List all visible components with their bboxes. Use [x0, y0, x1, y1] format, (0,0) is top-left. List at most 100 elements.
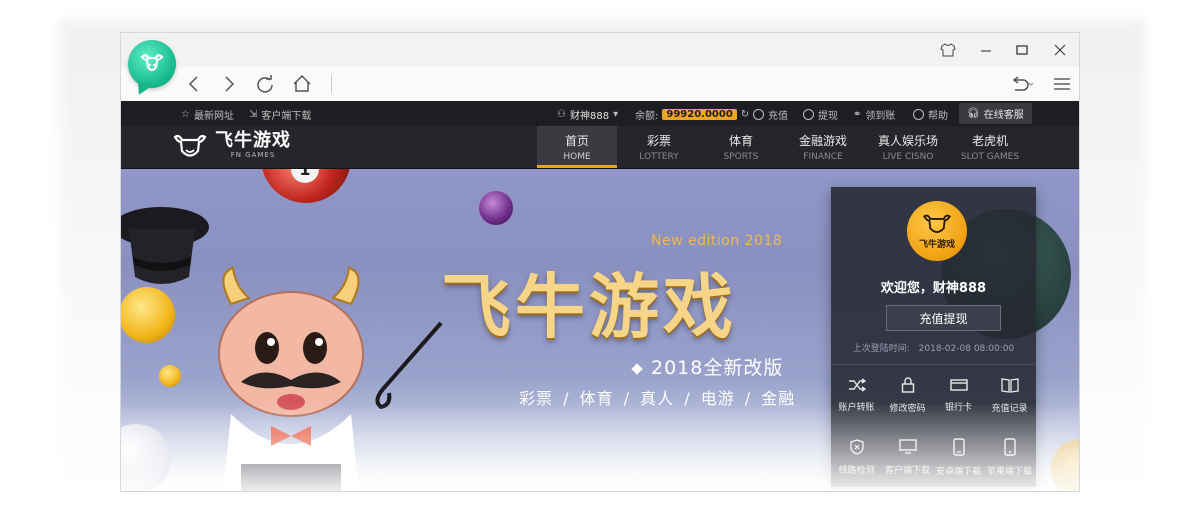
recharge-record-label: 充值记录 [991, 403, 1028, 414]
nav-slot-games-cn: 老虎机 [971, 134, 1008, 148]
small-coin-icon [159, 365, 181, 387]
nav-lottery[interactable]: 彩票 LOTTERY [619, 126, 699, 168]
nav-home[interactable]: 首页 HOME [537, 126, 617, 168]
yellow-ball-icon [1051, 439, 1079, 491]
account-transfer-button[interactable]: 账户转账 [831, 365, 882, 425]
star-icon: ☆ [181, 109, 190, 120]
minimize-icon[interactable] [975, 41, 997, 59]
link-icon: ⚭ [853, 109, 862, 120]
browser-logo-icon[interactable] [128, 40, 176, 88]
diamond-icon [631, 362, 643, 375]
logo-title: 飞牛游戏 [215, 130, 291, 151]
pc-download-label: 客户端下载 [884, 465, 930, 476]
maximize-icon[interactable] [1011, 41, 1033, 59]
bank-card-button[interactable]: 银行卡 [933, 365, 984, 425]
nav-finance-en: FINANCE [803, 152, 843, 162]
hero-banner[interactable]: 1 New edition 2018 飞牛游戏 2018全新改版 彩票 / 体育… [121, 169, 1079, 491]
last-login-value: 2018-02-08 08:00:00 [918, 344, 1015, 354]
purple-ball-icon [479, 191, 513, 225]
lock-icon [901, 376, 914, 393]
refresh-icon[interactable] [252, 72, 278, 96]
android-phone-icon [952, 437, 965, 456]
nav-slot-games-en: SLOT GAMES [960, 152, 1020, 162]
nav-sports-en: SPORTS [723, 152, 759, 162]
bull-logo-icon [173, 134, 207, 157]
edition-text: New edition 2018 [651, 233, 783, 249]
nav-finance[interactable]: 金融游戏 FINANCE [783, 126, 863, 168]
back-icon[interactable] [181, 72, 207, 96]
iphone-icon [1003, 437, 1016, 456]
home-icon[interactable] [289, 72, 315, 96]
welcome-text: 欢迎您，财神888 [880, 281, 987, 296]
refresh-balance-icon[interactable]: ↻ [741, 109, 749, 120]
customer-service-button[interactable]: 🎧︎ 在线客服 [959, 103, 1032, 124]
title-bar [121, 33, 1079, 67]
nav-live-casino-cn: 真人娱乐场 [877, 134, 938, 148]
panel-logo: 飞牛游戏 [907, 201, 967, 261]
logo-subtitle: FN GAMES [230, 151, 276, 159]
download-icon: ⇲ [249, 109, 258, 120]
ios-download-button[interactable]: 苹果端下载 [984, 427, 1035, 487]
latest-url-link[interactable]: ☆ 最新网址 [181, 107, 234, 122]
main-nav: 飞牛游戏 FN GAMES 首页 HOME 彩票 LOTTERY 体育 SPOR… [121, 126, 1079, 169]
banner-title: 飞牛游戏 [441, 265, 737, 348]
android-download-label: 安卓端下载 [935, 466, 981, 477]
skin-shirt-icon[interactable] [937, 41, 959, 59]
browser-nav-bar [121, 67, 1079, 102]
recharge-withdraw-button[interactable]: 充值提现 [886, 305, 1001, 331]
ball-number: 1 [291, 169, 319, 183]
recharge-record-button[interactable]: 充值记录 [984, 365, 1035, 425]
menu-icon[interactable] [1049, 72, 1075, 96]
line-check-label: 线路检测 [838, 465, 875, 476]
line-check-button[interactable]: 线路检测 [831, 427, 882, 487]
panel-action-grid: 账户转账 修改密码 银行卡 充值记录 线路检测 客户端下载 安卓端下载 苹果端下… [831, 364, 1036, 488]
user-panel: 飞牛游戏 欢迎您，财神888 充值提现 上次登陆时间: 2018-02-08 0… [831, 187, 1036, 487]
panel-logo-text: 飞牛游戏 [918, 239, 955, 250]
withdraw-icon [803, 109, 814, 120]
recharge-label: 充值 [768, 111, 788, 122]
help-link[interactable]: 帮助 [913, 107, 948, 122]
site-top-bar: ☆ 最新网址 ⇲ 客户端下载 ⚇ 财神888 ▾ 余额: 99920.0000 … [121, 101, 1079, 126]
nav-lottery-cn: 彩票 [646, 134, 671, 148]
last-login: 上次登陆时间: 2018-02-08 08:00:00 [831, 341, 1036, 354]
forward-icon[interactable] [216, 72, 242, 96]
withdraw-link[interactable]: 提现 [803, 107, 838, 122]
nav-home-cn: 首页 [564, 134, 589, 148]
ios-download-label: 苹果端下载 [986, 466, 1032, 477]
address-separator [331, 75, 332, 93]
banner-categories: 彩票 / 体育 / 真人 / 电游 / 金融 [519, 389, 796, 408]
bull-mascot-image [218, 266, 364, 491]
balance-value: 99920.0000 [662, 109, 737, 120]
browser-window: ☆ 最新网址 ⇲ 客户端下载 ⚇ 财神888 ▾ 余额: 99920.0000 … [120, 32, 1080, 492]
white-ball-icon [121, 424, 171, 491]
site-logo[interactable]: 飞牛游戏 FN GAMES [173, 132, 291, 159]
monitor-icon [898, 438, 917, 454]
check-in-link[interactable]: ⚭ 领到账 [853, 107, 895, 122]
recharge-link[interactable]: 充值 [753, 107, 788, 122]
undo-icon[interactable] [1007, 72, 1037, 96]
shield-icon [849, 438, 864, 455]
change-password-label: 修改密码 [889, 403, 926, 414]
nav-live-casino-en: LIVE CISNO [882, 152, 934, 162]
bull-logo-icon [923, 214, 951, 233]
balance-display: 余额: 99920.0000 ↻ [635, 107, 749, 122]
nav-slot-games[interactable]: 老虎机 SLOT GAMES [951, 126, 1029, 168]
nav-live-casino[interactable]: 真人娱乐场 LIVE CISNO [865, 126, 951, 168]
nav-finance-cn: 金融游戏 [798, 134, 847, 148]
card-icon [949, 378, 968, 391]
check-in-label: 领到账 [865, 111, 896, 122]
headset-icon: 🎧︎ [967, 108, 980, 119]
android-download-button[interactable]: 安卓端下载 [933, 427, 984, 487]
balance-label: 余额: [635, 111, 659, 122]
nav-sports-cn: 体育 [728, 134, 753, 148]
change-password-button[interactable]: 修改密码 [882, 365, 933, 425]
pc-download-button[interactable]: 客户端下载 [882, 427, 933, 487]
gold-coin-icon [121, 287, 175, 343]
close-icon[interactable] [1049, 41, 1071, 59]
user-menu[interactable]: ⚇ 财神888 ▾ [557, 107, 618, 122]
banner-subtitle-text: 2018全新改版 [651, 357, 784, 379]
nav-home-en: HOME [563, 152, 591, 162]
nav-sports[interactable]: 体育 SPORTS [701, 126, 781, 168]
account-transfer-label: 账户转账 [838, 402, 875, 413]
client-download-link[interactable]: ⇲ 客户端下载 [249, 107, 311, 122]
